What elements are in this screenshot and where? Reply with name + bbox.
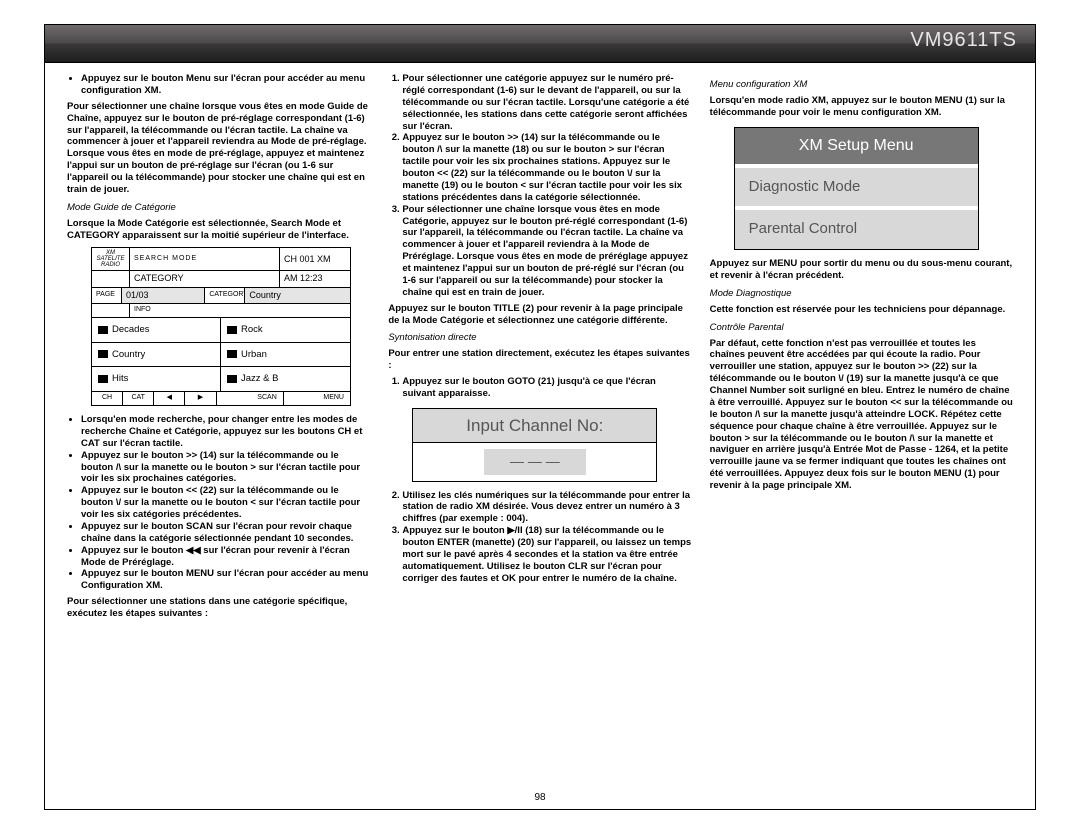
dr-buttons: CH CAT ◀ ▶ SCAN MENU xyxy=(92,392,350,405)
dr-page-lbl: PAGE xyxy=(92,288,122,303)
page-frame: VM9611TS Appuyez sur le bouton Menu sur … xyxy=(44,24,1036,810)
c3-sec1: Menu configuration XM xyxy=(710,79,1013,91)
dr-btn-cat: CAT xyxy=(123,392,154,405)
setup-menu-diagram: XM Setup Menu Diagnostic Mode Parental C… xyxy=(734,127,979,251)
product-id: VM9611TS xyxy=(910,29,1017,52)
dr-btn-left: ◀ xyxy=(154,392,185,405)
dr-btn-menu: MENU xyxy=(284,392,350,405)
setup-item-parental: Parental Control xyxy=(735,206,978,249)
c2-sec-label: Syntonisation directe xyxy=(388,332,691,344)
dr-ch: CH 001 XM xyxy=(280,248,350,270)
dr-btn-scan: SCAN xyxy=(217,392,284,405)
radio-diagram: XM SATELITE RADIO SEARCH MODE CH 001 XM … xyxy=(91,247,351,406)
c1-b3: Appuyez sur le bouton >> (14) sur la tél… xyxy=(81,450,370,486)
c1-b5: Appuyez sur le bouton SCAN sur l'écran p… xyxy=(81,521,370,545)
dr-category: CATEGORY xyxy=(130,271,280,286)
c3-p4: Par défaut, cette fonction n'est pas ver… xyxy=(710,338,1013,492)
input-field: — — — xyxy=(484,449,586,475)
header-band: VM9611TS xyxy=(45,25,1035,63)
dr-folder: Hits xyxy=(92,367,221,391)
content-columns: Appuyez sur le bouton Menu sur l'écran p… xyxy=(67,73,1013,789)
c1-bullet1: Appuyez sur le bouton Menu sur l'écran p… xyxy=(81,73,370,97)
folder-icon xyxy=(98,326,108,334)
c2-o1: Pour sélectionner une catégorie appuyez … xyxy=(402,73,691,132)
c2-p1: Appuyez sur le bouton TITLE (2) pour rev… xyxy=(388,303,691,327)
dr-folder: Urban xyxy=(221,343,350,368)
c3-p3: Cette fonction est réservée pour les tec… xyxy=(710,304,1013,316)
c3-p1: Lorsqu'en mode radio XM, appuyez sur le … xyxy=(710,95,1013,119)
c2-o3: Pour sélectionner une chaîne lorsque vou… xyxy=(402,204,691,299)
setup-title: XM Setup Menu xyxy=(735,128,978,164)
folder-icon xyxy=(227,375,237,383)
c1-b7: Appuyez sur le bouton MENU sur l'écran p… xyxy=(81,568,370,592)
dr-cat-val: Country xyxy=(245,288,350,303)
c1-para3: Pour sélectionner une stations dans une … xyxy=(67,596,370,620)
setup-item-diag: Diagnostic Mode xyxy=(735,164,978,207)
c2-o6: Appuyez sur le bouton ▶/II (18) sur la t… xyxy=(402,525,691,584)
dr-page-val: 01/03 xyxy=(122,288,205,303)
dr-info: INFO xyxy=(130,304,350,317)
c2-o4: Appuyez sur le bouton GOTO (21) jusqu'à … xyxy=(402,376,691,400)
c3-sec2: Mode Diagnostique xyxy=(710,288,1013,300)
c1-sec-label: Mode Guide de Catégorie xyxy=(67,202,370,214)
folder-icon xyxy=(227,350,237,358)
input-title: Input Channel No: xyxy=(413,409,656,443)
page-number: 98 xyxy=(45,792,1035,803)
c2-o5: Utilisez les clés numériques sur la télé… xyxy=(402,490,691,526)
dr-folder: Jazz & B xyxy=(221,367,350,391)
dr-search: SEARCH MODE xyxy=(130,248,280,270)
folder-icon xyxy=(98,375,108,383)
dr-btn-ch: CH xyxy=(92,392,123,405)
dr-time: AM 12:23 xyxy=(280,271,350,286)
c1-b6: Appuyez sur le bouton ◀◀ sur l'écran pou… xyxy=(81,545,370,569)
dr-cat-lbl: CATEGORY xyxy=(205,288,245,303)
c3-p2: Appuyez sur MENU pour sortir du menu ou … xyxy=(710,258,1013,282)
c2-o2: Appuyez sur le bouton >> (14) sur la tél… xyxy=(402,132,691,203)
dr-logo: XM SATELITE RADIO xyxy=(92,248,130,270)
folder-icon xyxy=(227,326,237,334)
dr-folder: Rock xyxy=(221,318,350,343)
c2-p2: Pour entrer une station directement, exé… xyxy=(388,348,691,372)
c1-b2: Lorsqu'en mode recherche, pour changer e… xyxy=(81,414,370,450)
input-channel-diagram: Input Channel No: — — — xyxy=(412,408,657,482)
c1-b4: Appuyez sur le bouton << (22) sur la tél… xyxy=(81,485,370,521)
c3-sec3: Contrôle Parental xyxy=(710,322,1013,334)
folder-icon xyxy=(98,350,108,358)
c1-para2: Lorsque la Mode Catégorie est sélectionn… xyxy=(67,218,370,242)
dr-folder: Decades xyxy=(92,318,221,343)
c1-para1: Pour sélectionner une chaîne lorsque vou… xyxy=(67,101,370,196)
dr-folder: Country xyxy=(92,343,221,368)
dr-btn-right: ▶ xyxy=(185,392,216,405)
dr-folder-grid: Decades Rock Country Urban Hits Jazz & B xyxy=(92,318,350,393)
